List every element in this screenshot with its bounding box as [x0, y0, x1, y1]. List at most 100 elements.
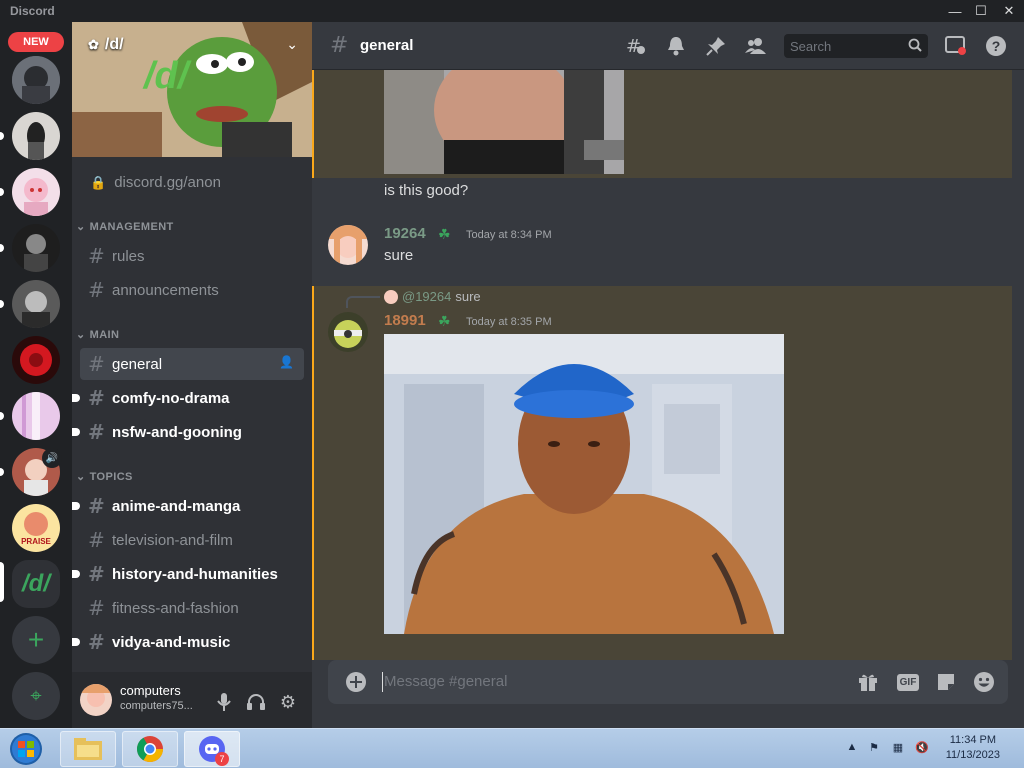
server-icon-d[interactable]: /d/: [12, 560, 60, 608]
channel-television-and-film[interactable]: # television-and-film: [80, 524, 304, 556]
chevron-down-icon: ⌄: [76, 471, 86, 483]
server-icon[interactable]: [12, 280, 60, 328]
sticker-icon[interactable]: [934, 670, 958, 694]
search-input[interactable]: Search: [784, 34, 928, 58]
server-icon[interactable]: [12, 56, 60, 104]
server-icon[interactable]: [12, 112, 60, 160]
notification-badge: 7: [215, 752, 229, 766]
hash-icon: #: [88, 562, 105, 586]
hash-icon: #: [88, 528, 105, 552]
threads-icon[interactable]: #: [624, 34, 648, 58]
invite-link[interactable]: 🔒 discord.gg/anon: [90, 174, 221, 191]
channel-announcements[interactable]: # announcements: [80, 274, 304, 306]
hash-icon: #: [88, 278, 105, 302]
channel-nsfw-and-gooning[interactable]: # nsfw-and-gooning: [72, 416, 304, 448]
channel-title: general: [360, 37, 414, 54]
file-explorer-icon[interactable]: [60, 731, 116, 767]
server-name[interactable]: ✿ /d/: [88, 36, 124, 54]
volume-muted-icon[interactable]: 🔇: [914, 739, 930, 755]
message-text: sure: [384, 247, 414, 264]
thread-hash-icon: #: [330, 33, 349, 58]
banner-text: /d/: [142, 55, 192, 97]
channel-sidebar: /d/ ✿ /d/ ⌄ 🔒 discord.gg/anon ⌄ MANAGEME…: [72, 22, 312, 728]
avatar[interactable]: [328, 312, 368, 352]
explore-servers-button[interactable]: ⌖: [12, 672, 60, 720]
gift-icon[interactable]: [856, 670, 880, 694]
channel-vidya-and-music[interactable]: # vidya-and-music: [72, 626, 304, 658]
search-icon: [908, 38, 922, 55]
chevron-down-icon: ⌄: [76, 221, 86, 233]
gear-icon[interactable]: ⚙: [276, 690, 300, 714]
channel-rules[interactable]: # rules: [80, 240, 304, 272]
add-attachment-icon[interactable]: [344, 670, 368, 694]
close-button[interactable]: ✕: [994, 0, 1024, 22]
svg-text:?: ?: [992, 38, 1001, 54]
image-attachment[interactable]: [384, 334, 784, 634]
username: computers: [120, 683, 181, 698]
bell-icon[interactable]: [664, 34, 688, 58]
server-badge-icon: ✿: [88, 37, 99, 52]
message-text: is this good?: [384, 182, 469, 199]
channel-general[interactable]: # general 👤: [80, 348, 304, 380]
maximize-button[interactable]: ☐: [966, 0, 996, 22]
headphones-icon[interactable]: [244, 690, 268, 714]
chevron-down-icon: ⌄: [76, 329, 86, 341]
hash-icon: #: [88, 630, 105, 654]
chat-area: # general # Search ? is this good? 19264…: [312, 22, 1024, 728]
add-server-button[interactable]: +: [12, 616, 60, 664]
message-author[interactable]: 19264: [384, 225, 426, 242]
chrome-icon[interactable]: [122, 731, 178, 767]
hash-icon: #: [88, 596, 105, 620]
server-icon[interactable]: [12, 336, 60, 384]
user-tag: computers75...: [120, 700, 193, 712]
lock-icon: 🔒: [90, 174, 107, 190]
member-list-icon[interactable]: [744, 34, 768, 58]
reply-preview[interactable]: @19264 sure: [384, 289, 481, 304]
add-member-icon[interactable]: 👤: [279, 355, 294, 369]
server-icon[interactable]: [12, 224, 60, 272]
server-icon[interactable]: [12, 168, 60, 216]
speaker-icon: 🔊: [42, 448, 62, 468]
server-list: NEW 🔊 PRAISE /d/ + ⌖: [0, 22, 72, 728]
chevron-down-icon[interactable]: ⌄: [286, 36, 298, 53]
channel-anime-and-manga[interactable]: # anime-and-manga: [72, 490, 304, 522]
category-main[interactable]: ⌄ MAIN: [76, 328, 119, 342]
server-banner[interactable]: /d/ ✿ /d/ ⌄: [72, 22, 312, 157]
channel-history-and-humanities[interactable]: # history-and-humanities: [72, 558, 304, 590]
message-author[interactable]: 18991: [384, 312, 426, 329]
system-clock[interactable]: 11:34 PM 11/13/2023: [946, 733, 1000, 763]
channel-comfy-no-drama[interactable]: # comfy-no-drama: [72, 382, 304, 414]
message-timestamp: Today at 8:35 PM: [466, 316, 552, 328]
message-list: is this good? 19264 ☘ Today at 8:34 PM s…: [312, 70, 1024, 660]
help-icon[interactable]: ?: [984, 34, 1008, 58]
avatar[interactable]: [80, 684, 112, 716]
action-center-icon[interactable]: ⚑: [866, 739, 882, 755]
channel-fitness-and-fashion[interactable]: # fitness-and-fashion: [80, 592, 304, 624]
leaf-icon: ☘: [438, 226, 451, 242]
inbox-icon[interactable]: [944, 34, 968, 58]
taskbar: 7 ▲ ⚑ ▦ 🔇 11:34 PM 11/13/2023: [0, 728, 1024, 768]
svg-text:PRAISE: PRAISE: [21, 537, 51, 546]
microphone-icon[interactable]: [212, 690, 236, 714]
gif-icon[interactable]: GIF: [896, 670, 920, 694]
user-panel: computers computers75... ⚙: [72, 672, 312, 728]
message-input[interactable]: Message #general: [384, 673, 507, 690]
category-topics[interactable]: ⌄ TOPICS: [76, 470, 133, 484]
image-attachment[interactable]: [384, 70, 624, 174]
avatar[interactable]: [328, 225, 368, 265]
thread-hash-icon: #: [88, 352, 105, 376]
emoji-icon[interactable]: [972, 670, 996, 694]
tray-expand-icon[interactable]: ▲: [844, 739, 860, 755]
discord-taskbar-icon[interactable]: 7: [184, 731, 240, 767]
server-icon[interactable]: PRAISE: [12, 504, 60, 552]
thread-hash-icon: #: [88, 420, 105, 444]
pin-icon[interactable]: [704, 34, 728, 58]
new-badge[interactable]: NEW: [8, 32, 64, 52]
app-title: Discord: [10, 4, 55, 18]
message-composer[interactable]: Message #general GIF: [328, 660, 1008, 704]
category-management[interactable]: ⌄ MANAGEMENT: [76, 220, 174, 234]
start-button[interactable]: [6, 731, 46, 767]
network-icon[interactable]: ▦: [890, 739, 906, 755]
leaf-icon: ☘: [438, 313, 451, 329]
server-icon[interactable]: [12, 392, 60, 440]
